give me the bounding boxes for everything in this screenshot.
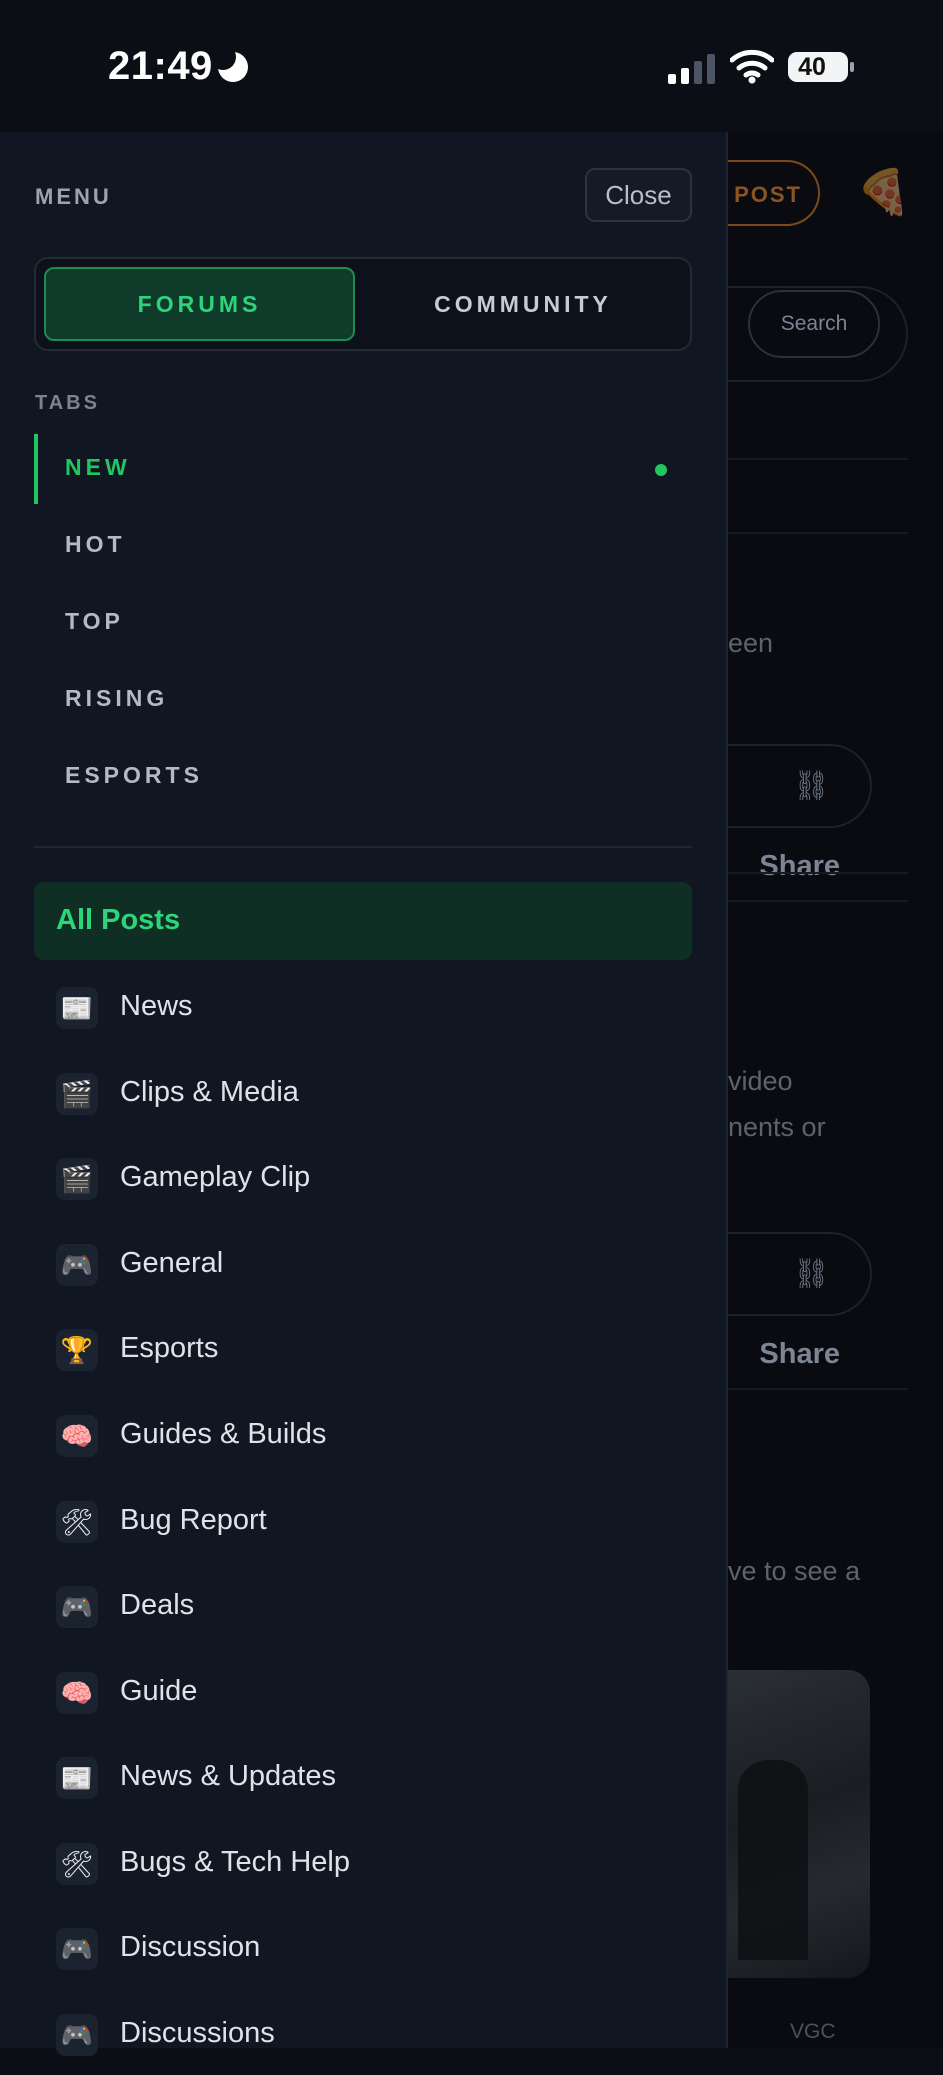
tabs-heading: TABS: [35, 392, 100, 414]
tab-label: ESPORTS: [65, 762, 203, 788]
category-label: Bug Report: [120, 1504, 267, 1536]
category-label: All Posts: [56, 904, 181, 936]
post-snippet: video: [728, 1066, 793, 1096]
battery-icon: 40: [788, 52, 854, 82]
tab-label: RISING: [65, 685, 169, 711]
gamepad-icon: 🎮: [56, 1928, 98, 1970]
category-bugs-tech-help[interactable]: 🛠 Bugs & Tech Help: [34, 1824, 692, 1904]
trophy-icon: 🏆: [56, 1329, 98, 1371]
divider: [728, 900, 908, 902]
clapperboard-icon: 🎬: [56, 1158, 98, 1200]
category-label: News & Updates: [120, 1760, 336, 1792]
post-tag: VGC: [790, 2020, 836, 2043]
tools-icon: 🛠: [56, 1501, 98, 1543]
divider: [34, 846, 692, 848]
category-news[interactable]: 📰 News: [34, 968, 692, 1048]
wifi-icon: [730, 49, 774, 84]
battery-level: 40: [798, 53, 826, 81]
tools-icon: 🛠: [56, 1843, 98, 1885]
category-label: Discussions: [120, 2017, 275, 2049]
gamepad-icon: 🎮: [56, 1244, 98, 1286]
gamepad-icon: 🎮: [56, 2014, 98, 2056]
share-label: Share: [759, 1338, 840, 1370]
divider: [728, 532, 908, 534]
segment-community[interactable]: COMMUNITY: [366, 267, 680, 341]
gamepad-icon: 🎮: [56, 1586, 98, 1628]
category-clips-media[interactable]: 🎬 Clips & Media: [34, 1054, 692, 1134]
category-esports[interactable]: 🏆 Esports: [34, 1310, 692, 1390]
category-label: Esports: [120, 1332, 219, 1364]
tab-label: TOP: [65, 608, 124, 634]
divider: [728, 458, 908, 460]
menu-title: MENU: [35, 184, 112, 209]
post-snippet: ve to see a: [728, 1556, 861, 1586]
tab-label: NEW: [65, 454, 131, 480]
signal-icon: [668, 52, 715, 84]
share-button[interactable]: ⛓ Share: [728, 1232, 872, 1370]
share-label: Share: [759, 850, 840, 882]
segment-forums[interactable]: FORUMS: [44, 267, 355, 341]
post-snippet: een: [728, 628, 774, 658]
pizza-icon[interactable]: 🍕: [856, 166, 911, 218]
newspaper-icon: 📰: [56, 1757, 98, 1799]
link-icon: ⛓: [793, 1258, 830, 1290]
category-all-posts[interactable]: All Posts: [34, 882, 692, 960]
category-label: Deals: [120, 1589, 195, 1621]
category-label: Bugs & Tech Help: [120, 1846, 350, 1878]
moon-icon: [210, 44, 248, 82]
category-label: General: [120, 1247, 224, 1279]
category-deals[interactable]: 🎮 Deals: [34, 1567, 692, 1647]
category-general[interactable]: 🎮 General: [34, 1225, 692, 1305]
close-button[interactable]: Close: [585, 168, 692, 222]
side-drawer: MENU Close FORUMS COMMUNITY TABS NEW HOT…: [0, 132, 728, 2056]
section-switcher: FORUMS COMMUNITY: [34, 257, 692, 351]
tab-rising[interactable]: RISING: [34, 665, 692, 735]
divider: [728, 1388, 908, 1390]
tab-label: HOT: [65, 531, 126, 557]
status-bar: 21:49 40: [0, 0, 943, 132]
category-label: Guide: [120, 1675, 198, 1707]
category-label: Guides & Builds: [120, 1418, 327, 1450]
category-label: Clips & Media: [120, 1076, 299, 1108]
brain-icon: 🧠: [56, 1415, 98, 1457]
active-indicator: [34, 434, 38, 504]
search-button[interactable]: Search: [748, 290, 880, 358]
active-dot-icon: [655, 464, 667, 476]
category-label: News: [120, 990, 193, 1022]
clapperboard-icon: 🎬: [56, 1073, 98, 1115]
post-snippet: nents or: [728, 1112, 826, 1142]
divider: [728, 872, 908, 874]
category-guide[interactable]: 🧠 Guide: [34, 1653, 692, 1733]
tab-hot[interactable]: HOT: [34, 511, 692, 581]
tab-esports[interactable]: ESPORTS: [34, 742, 692, 812]
tab-top[interactable]: TOP: [34, 588, 692, 658]
status-time: 21:49: [108, 44, 213, 88]
category-bug-report[interactable]: 🛠 Bug Report: [34, 1482, 692, 1562]
tab-new[interactable]: NEW: [34, 434, 692, 504]
category-guides-builds[interactable]: 🧠 Guides & Builds: [34, 1396, 692, 1476]
category-label: Discussion: [120, 1931, 261, 1963]
post-image[interactable]: [728, 1670, 870, 1978]
background-feed: POST 🍕 Search een ⛓Share video nents or …: [728, 132, 943, 2048]
brain-icon: 🧠: [56, 1672, 98, 1714]
category-news-updates[interactable]: 📰 News & Updates: [34, 1738, 692, 1818]
category-discussions[interactable]: 🎮 Discussions: [34, 1995, 692, 2075]
category-label: Gameplay Clip: [120, 1161, 311, 1193]
create-post-button[interactable]: POST: [728, 160, 820, 226]
category-gameplay-clip[interactable]: 🎬 Gameplay Clip: [34, 1139, 692, 1219]
share-button[interactable]: ⛓ Share: [728, 744, 872, 882]
newspaper-icon: 📰: [56, 987, 98, 1029]
category-discussion[interactable]: 🎮 Discussion: [34, 1909, 692, 1989]
link-icon: ⛓: [793, 770, 830, 802]
